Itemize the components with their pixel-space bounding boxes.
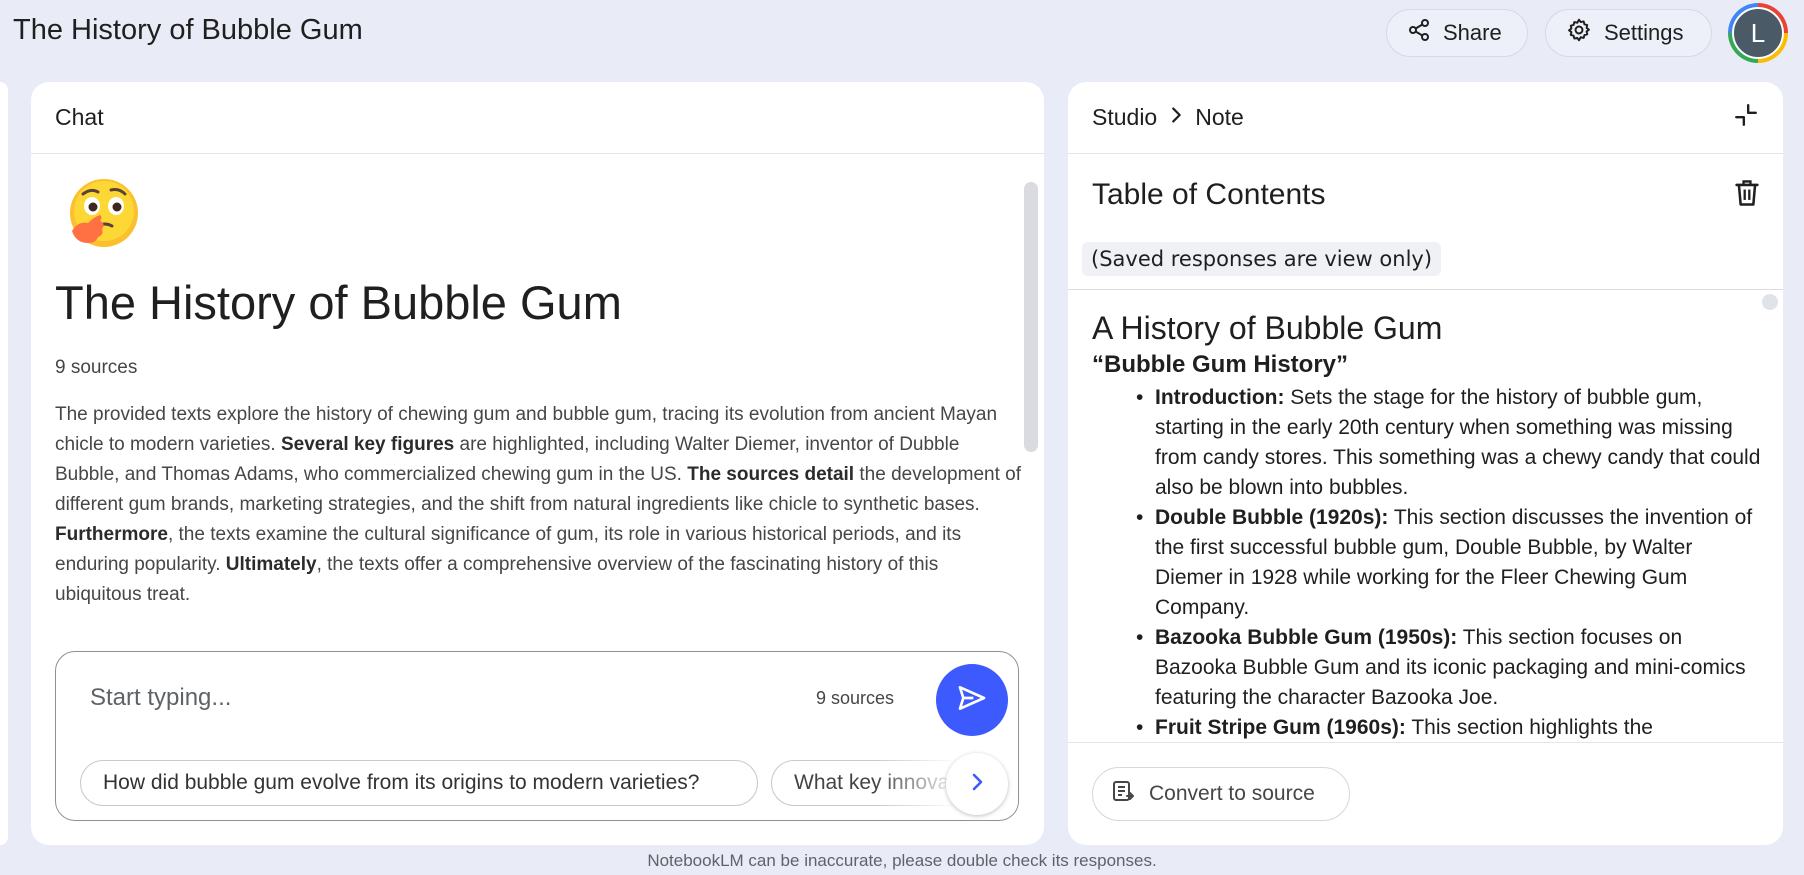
notebook-summary: The provided texts explore the history o… (55, 400, 1025, 610)
send-button[interactable] (936, 664, 1008, 736)
note-content[interactable]: A History of Bubble Gum “Bubble Gum Hist… (1092, 304, 1762, 751)
breadcrumb-studio[interactable]: Studio (1092, 104, 1157, 131)
studio-panel: Studio Note Table of Contents (Saved res… (1068, 82, 1783, 845)
list-item: Bazooka Bubble Gum (1950s): This section… (1132, 623, 1762, 713)
chat-input[interactable] (90, 684, 790, 712)
studio-panel-header: Studio Note (1068, 82, 1783, 154)
notebook-heading: The History of Bubble Gum (55, 276, 622, 329)
list-item: Fruit Stripe Gum (1960s): This section h… (1132, 713, 1762, 743)
note-titlebar: Table of Contents (1068, 155, 1783, 235)
settings-label: Settings (1604, 20, 1684, 45)
list-item-label: Introduction: (1155, 386, 1285, 409)
summary-emphasis: Ultimately (225, 554, 317, 575)
sources-count: 9 sources (55, 357, 138, 378)
summary-emphasis: Several key figures (281, 434, 455, 455)
share-label: Share (1443, 20, 1502, 45)
suggested-question-chip[interactable]: How did bubble gum evolve from its origi… (80, 760, 758, 806)
chat-panel-header: Chat (31, 82, 1044, 154)
chat-panel: Chat The History of Bubble Gum 9 sources… (31, 82, 1044, 845)
list-item-text: This section highlights the (1405, 716, 1653, 739)
settings-button[interactable]: Settings (1545, 9, 1712, 57)
breadcrumb: Studio Note (1092, 104, 1244, 132)
chat-composer: 9 sources How did bubble gum evolve from… (55, 651, 1019, 821)
note-list: Introduction: Sets the stage for the his… (1092, 383, 1762, 743)
account-avatar-button[interactable]: L (1728, 3, 1788, 63)
breadcrumb-note: Note (1195, 104, 1244, 130)
note-subheading: “Bubble Gum History” (1092, 351, 1349, 378)
convert-to-source-label: Convert to source (1149, 782, 1315, 805)
summary-emphasis: The sources detail (687, 464, 855, 485)
trash-icon[interactable] (1733, 178, 1761, 213)
chevron-right-icon (965, 770, 989, 799)
notebook-title[interactable]: The History of Bubble Gum (13, 14, 363, 47)
disclaimer: NotebookLM can be inaccurate, please dou… (647, 851, 1157, 870)
note-scrollbar[interactable] (1762, 294, 1778, 310)
view-only-notice: (Saved responses are view only) (1082, 242, 1442, 276)
list-item: Double Bubble (1920s): This section disc… (1132, 503, 1762, 623)
note-title: Table of Contents (1092, 178, 1326, 211)
share-button[interactable]: Share (1386, 9, 1528, 57)
next-suggestions-button[interactable] (946, 753, 1008, 815)
note-divider (1068, 289, 1783, 290)
chat-panel-title: Chat (55, 104, 104, 130)
avatar: L (1732, 7, 1784, 59)
list-item-label: Double Bubble (1920s): (1155, 506, 1389, 529)
summary-emphasis: Furthermore (55, 524, 168, 545)
chat-scroll-area[interactable]: The History of Bubble Gum 9 sources The … (31, 155, 1044, 635)
studio-footer: Convert to source (1068, 742, 1783, 845)
chat-scrollbar[interactable] (1024, 182, 1038, 452)
convert-source-icon (1111, 779, 1135, 809)
convert-to-source-button[interactable]: Convert to source (1092, 767, 1350, 821)
composer-sources-count: 9 sources (816, 688, 895, 708)
sources-panel-edge[interactable] (0, 82, 8, 845)
collapse-icon[interactable] (1733, 102, 1759, 134)
chevron-right-icon (1165, 104, 1187, 132)
share-icon (1407, 18, 1431, 48)
thinking-face-emoji-icon (66, 177, 142, 253)
list-item: Introduction: Sets the stage for the his… (1132, 383, 1762, 503)
note-heading: A History of Bubble Gum (1092, 310, 1443, 346)
top-bar: The History of Bubble Gum Share Settings… (0, 0, 1804, 70)
send-icon (956, 682, 988, 719)
list-item-label: Fruit Stripe Gum (1960s): (1155, 716, 1406, 739)
list-item-label: Bazooka Bubble Gum (1950s): (1155, 626, 1458, 649)
gear-icon (1566, 17, 1592, 49)
